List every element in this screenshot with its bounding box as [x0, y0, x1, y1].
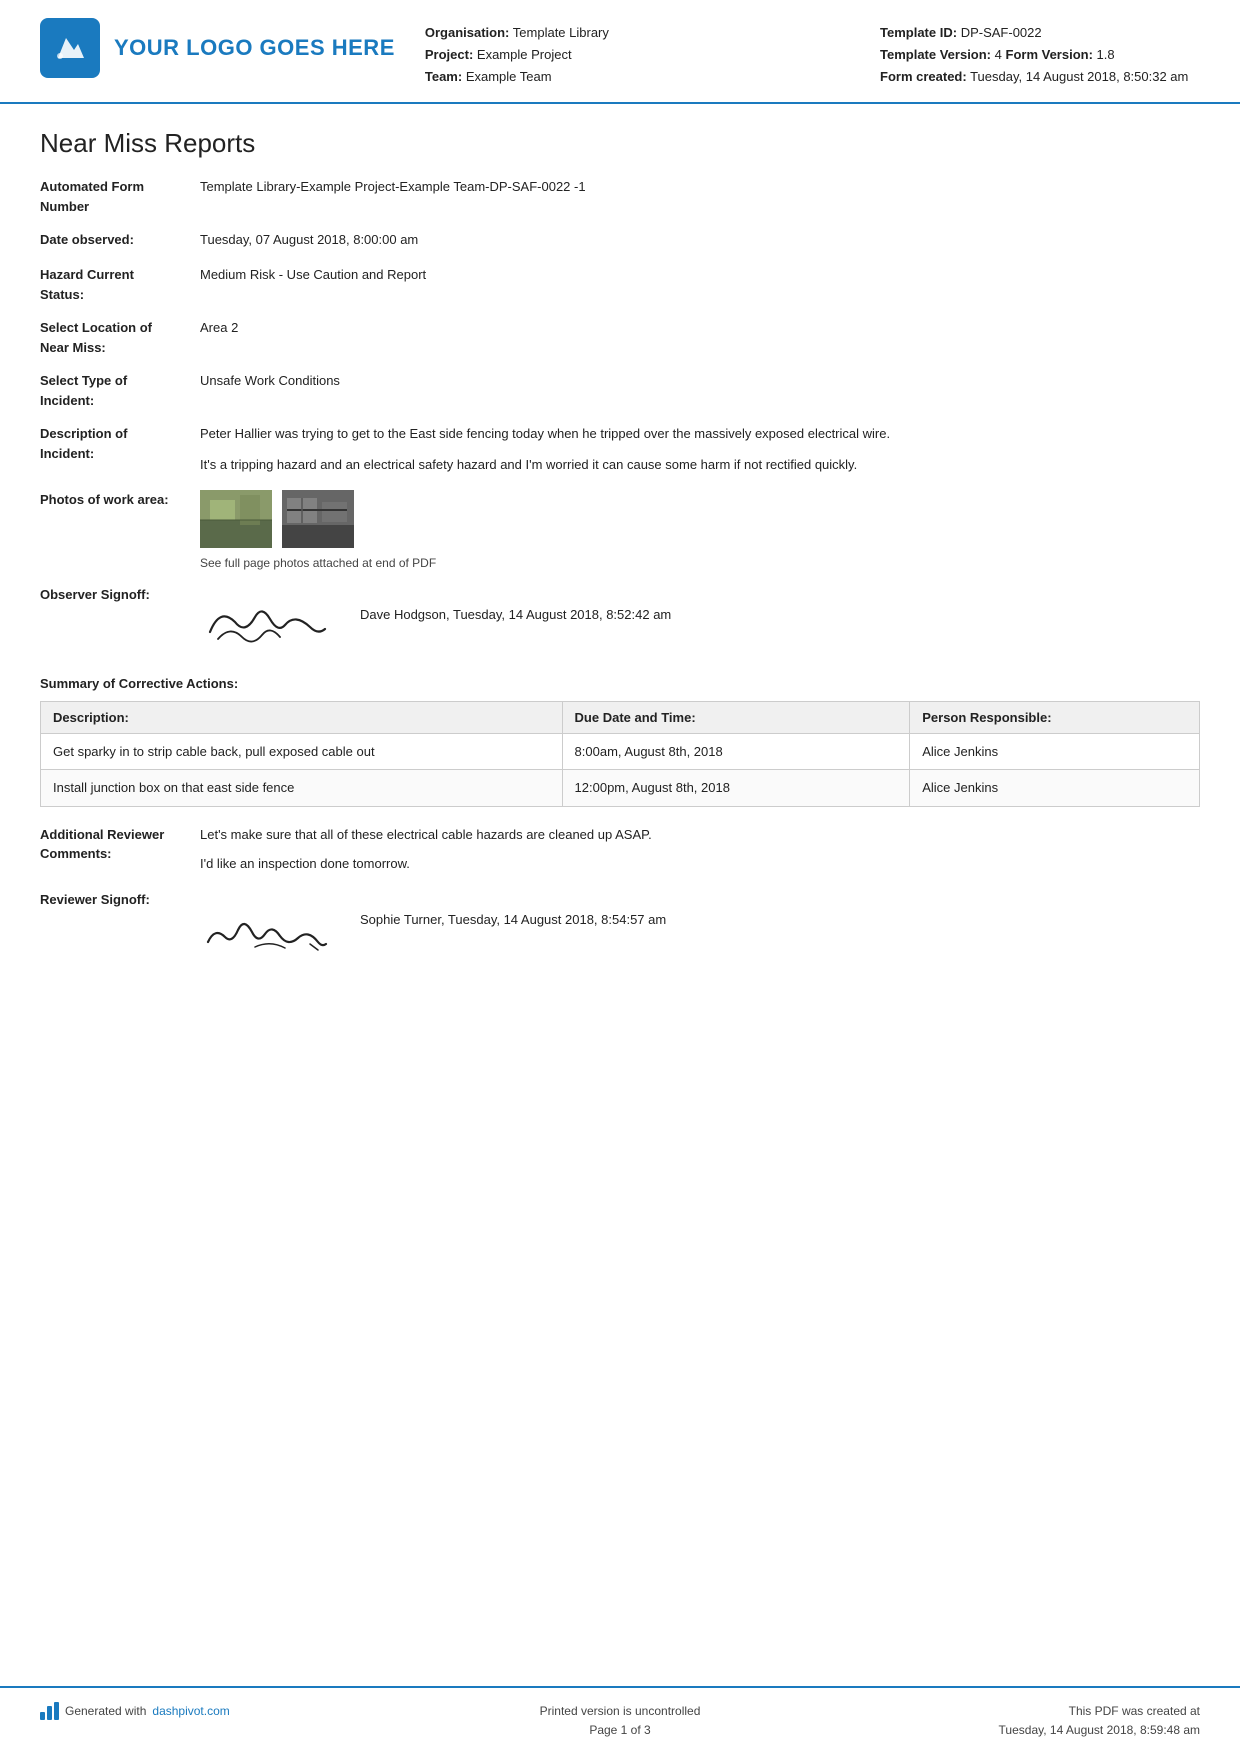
observer-meta: Dave Hodgson, Tuesday, 14 August 2018, 8…: [360, 587, 671, 622]
table-header-description: Description:: [41, 701, 563, 733]
pdf-created-label: This PDF was created at: [813, 1702, 1200, 1721]
hazard-label: Hazard Current Status:: [40, 265, 200, 304]
reviewer-signature-svg: [200, 892, 330, 957]
bar-2: [47, 1706, 52, 1720]
date-row: Date observed: Tuesday, 07 August 2018, …: [40, 230, 1200, 251]
reviewer-comments-value: Let's make sure that all of these electr…: [200, 825, 1200, 875]
bar-chart-icon: [40, 1702, 59, 1720]
reviewer-comments-row: Additional Reviewer Comments: Let's make…: [40, 825, 1200, 875]
reviewer-comment-2: I'd like an inspection done tomorrow.: [200, 854, 1200, 875]
reviewer-signature-block: Sophie Turner, Tuesday, 14 August 2018, …: [200, 892, 666, 957]
team-label: Team:: [425, 69, 462, 84]
table-header-due-date: Due Date and Time:: [562, 701, 910, 733]
observer-signature-block: Dave Hodgson, Tuesday, 14 August 2018, 8…: [200, 587, 671, 652]
location-value: Area 2: [200, 318, 1200, 339]
description-para-1: Peter Hallier was trying to get to the E…: [200, 424, 1200, 445]
reviewer-comments-label: Additional Reviewer Comments:: [40, 825, 200, 864]
footer-col-pdf: This PDF was created at Tuesday, 14 Augu…: [813, 1702, 1200, 1740]
date-label: Date observed:: [40, 230, 200, 250]
template-id-label: Template ID:: [880, 25, 957, 40]
header: YOUR LOGO GOES HERE Organisation: Templa…: [0, 0, 1240, 104]
date-value: Tuesday, 07 August 2018, 8:00:00 am: [200, 230, 1200, 251]
reviewer-comment-1: Let's make sure that all of these electr…: [200, 825, 1200, 846]
description-label: Description of Incident:: [40, 424, 200, 463]
org-value: Template Library: [513, 25, 609, 40]
description-para-2: It's a tripping hazard and an electrical…: [200, 455, 1200, 476]
footer-col-generated: Generated with dashpivot.com: [40, 1702, 427, 1721]
printed-line2: Page 1 of 3: [427, 1721, 814, 1740]
form-number-row: Automated Form Number Template Library-E…: [40, 177, 1200, 216]
form-number-label: Automated Form Number: [40, 177, 200, 216]
table-cell-description: Install junction box on that east side f…: [41, 770, 563, 807]
logo-icon: [40, 18, 100, 78]
footer-col-printed: Printed version is uncontrolled Page 1 o…: [427, 1702, 814, 1740]
reviewer-signoff-label: Reviewer Signoff:: [40, 892, 200, 907]
project-value: Example Project: [477, 47, 572, 62]
photos-label: Photos of work area:: [40, 490, 200, 510]
incident-type-value: Unsafe Work Conditions: [200, 371, 1200, 392]
printed-line1: Printed version is uncontrolled: [427, 1702, 814, 1721]
main-content: Near Miss Reports Automated Form Number …: [0, 104, 1240, 1685]
table-cell-person: Alice Jenkins: [910, 733, 1200, 770]
project-label: Project:: [425, 47, 473, 62]
bar-1: [40, 1712, 45, 1720]
generated-prefix: Generated with: [65, 1702, 146, 1721]
form-number-value: Template Library-Example Project-Example…: [200, 177, 1200, 198]
observer-signoff-label: Observer Signoff:: [40, 587, 200, 602]
hazard-row: Hazard Current Status: Medium Risk - Use…: [40, 265, 1200, 304]
footer-bar-icon: Generated with dashpivot.com: [40, 1702, 427, 1721]
pdf-created-value: Tuesday, 14 August 2018, 8:59:48 am: [813, 1721, 1200, 1740]
table-header-person: Person Responsible:: [910, 701, 1200, 733]
table-cell-due_date: 12:00pm, August 8th, 2018: [562, 770, 910, 807]
footer: Generated with dashpivot.com Printed ver…: [0, 1686, 1240, 1754]
template-id-value: DP-SAF-0022: [961, 25, 1042, 40]
summary-title: Summary of Corrective Actions:: [40, 676, 1200, 691]
observer-signature-svg: [200, 587, 330, 652]
location-row: Select Location of Near Miss: Area 2: [40, 318, 1200, 357]
header-logo: YOUR LOGO GOES HERE: [40, 18, 395, 78]
table-row: Get sparky in to strip cable back, pull …: [41, 733, 1200, 770]
photos-row: Photos of work area:: [40, 490, 1200, 573]
logo-text: YOUR LOGO GOES HERE: [114, 35, 395, 61]
bar-3: [54, 1702, 59, 1720]
header-meta-right: Template ID: DP-SAF-0022 Template Versio…: [880, 18, 1200, 88]
form-created-value: Tuesday, 14 August 2018, 8:50:32 am: [970, 69, 1188, 84]
reviewer-signoff-row: Reviewer Signoff: Sophie Turner, Tuesday…: [40, 892, 1200, 957]
table-cell-due_date: 8:00am, August 8th, 2018: [562, 733, 910, 770]
table-cell-person: Alice Jenkins: [910, 770, 1200, 807]
location-label: Select Location of Near Miss:: [40, 318, 200, 357]
form-version-value: 1.8: [1097, 47, 1115, 62]
form-created-label: Form created:: [880, 69, 967, 84]
photos-caption: See full page photos attached at end of …: [200, 554, 1200, 573]
template-version-label: Template Version:: [880, 47, 991, 62]
reviewer-meta: Sophie Turner, Tuesday, 14 August 2018, …: [360, 892, 666, 927]
description-value: Peter Hallier was trying to get to the E…: [200, 424, 1200, 476]
incident-type-label: Select Type of Incident:: [40, 371, 200, 410]
photos-value: See full page photos attached at end of …: [200, 490, 1200, 573]
hazard-value: Medium Risk - Use Caution and Report: [200, 265, 1200, 286]
table-row: Install junction box on that east side f…: [41, 770, 1200, 807]
generated-link[interactable]: dashpivot.com: [152, 1702, 229, 1721]
photo-thumb-1: [200, 490, 272, 548]
summary-table: Description: Due Date and Time: Person R…: [40, 701, 1200, 807]
page-wrapper: YOUR LOGO GOES HERE Organisation: Templa…: [0, 0, 1240, 1754]
form-version-label: Form Version:: [1006, 47, 1093, 62]
photo-thumbnails: [200, 490, 1200, 548]
template-version-value: 4: [995, 47, 1002, 62]
team-value: Example Team: [466, 69, 552, 84]
doc-title: Near Miss Reports: [40, 128, 1200, 159]
description-row: Description of Incident: Peter Hallier w…: [40, 424, 1200, 476]
observer-signoff-row: Observer Signoff: Dave Hodgson, Tuesday,…: [40, 587, 1200, 652]
incident-type-row: Select Type of Incident: Unsafe Work Con…: [40, 371, 1200, 410]
summary-section: Summary of Corrective Actions: Descripti…: [40, 676, 1200, 807]
org-label: Organisation:: [425, 25, 510, 40]
header-meta-center: Organisation: Template Library Project: …: [425, 18, 880, 88]
table-cell-description: Get sparky in to strip cable back, pull …: [41, 733, 563, 770]
photo-thumb-2: [282, 490, 354, 548]
